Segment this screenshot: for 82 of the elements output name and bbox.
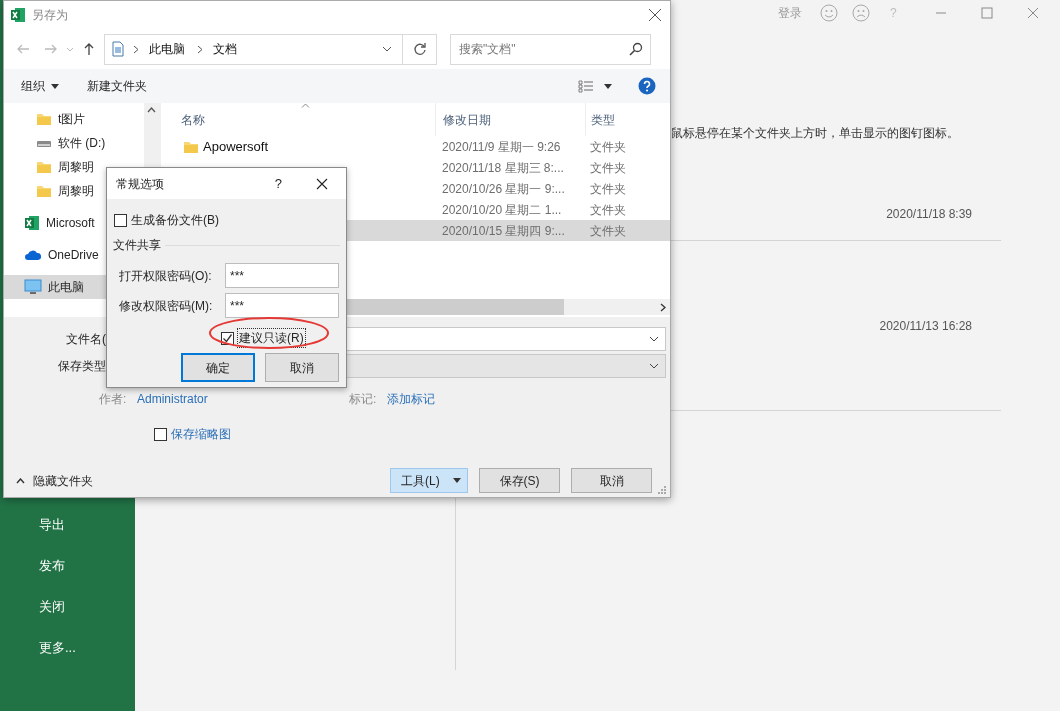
file-row[interactable]: Apowersoft 2020/11/9 星期一 9:26 文件夹 — [161, 136, 670, 157]
dialog-button[interactable]: 确定 — [181, 353, 255, 382]
folder-icon — [36, 184, 52, 198]
chevron-right-icon — [197, 44, 203, 54]
close-icon[interactable] — [648, 8, 662, 22]
field-label: 作者: — [99, 391, 128, 408]
help-icon[interactable] — [638, 77, 656, 95]
password-field[interactable]: *** — [225, 293, 339, 318]
menu-item[interactable]: 关闭 — [39, 599, 65, 615]
address-bar[interactable]: 此电脑 文档 — [104, 33, 437, 65]
author-link[interactable]: Administrator — [137, 390, 349, 408]
checkbox[interactable] — [154, 427, 167, 441]
tools-menu-button[interactable]: 工具(L) — [390, 468, 468, 493]
column-header[interactable]: 修改日期 — [435, 103, 585, 136]
folder-icon — [36, 160, 52, 174]
spreadsheet-icon — [24, 215, 40, 231]
search-icon[interactable] — [629, 41, 643, 56]
menu-item[interactable]: 导出 — [39, 517, 65, 533]
field-label: 修改权限密码(M): — [118, 297, 214, 315]
file-name: Apowersoft — [203, 137, 269, 156]
nav-item[interactable]: t图片 — [4, 107, 144, 131]
chevron-down-icon — [649, 363, 659, 369]
folder-icon — [36, 112, 52, 126]
section-label: 文件共享 — [113, 237, 161, 254]
file-date: 2020/10/20 星期二 1... — [441, 201, 563, 219]
file-type: 文件夹 — [589, 138, 627, 156]
column-header[interactable]: 类型 — [585, 103, 670, 136]
window-title: 另存为 — [32, 7, 68, 24]
view-icon[interactable] — [578, 79, 594, 93]
path-segment[interactable]: 文档 — [213, 40, 237, 58]
file-type: 文件夹 — [589, 222, 627, 240]
add-tag-link[interactable]: 添加标记 — [387, 390, 435, 408]
cloud-icon — [24, 249, 42, 261]
caret-icon — [51, 83, 59, 89]
spreadsheet-icon — [10, 7, 26, 23]
checkbox-label[interactable]: 建议只读(R) — [237, 328, 306, 348]
tip-text: 鼠标悬停在某个文件夹上方时，单击显示的图钉图标。 — [671, 125, 959, 142]
chevron-down-icon — [649, 336, 659, 342]
dialog-button[interactable]: 取消 — [571, 468, 652, 493]
resize-grip-icon[interactable] — [658, 486, 666, 494]
nav-item[interactable]: 软件 (D:) — [4, 131, 144, 155]
computer-icon — [24, 279, 42, 295]
chevron-down-icon[interactable] — [382, 45, 392, 53]
chevron-right-icon[interactable] — [660, 302, 666, 312]
file-type: 文件夹 — [589, 180, 627, 198]
field-label: 标记: — [349, 391, 378, 408]
file-date: 2020/10/26 星期一 9:... — [441, 180, 566, 198]
help-button[interactable]: ? — [274, 173, 282, 194]
sort-caret-icon — [301, 103, 310, 108]
path-segment[interactable]: 此电脑 — [149, 40, 185, 58]
chevron-up-icon — [16, 477, 25, 484]
file-type: 文件夹 — [589, 201, 627, 219]
file-date: 2020/10/15 星期四 9:... — [441, 222, 566, 240]
field-label: 保存类型 — [57, 358, 107, 375]
new-folder-button[interactable]: 新建文件夹 — [87, 77, 147, 95]
caret-icon[interactable] — [604, 83, 612, 89]
organize-menu[interactable]: 组织 — [21, 77, 59, 95]
checkbox[interactable] — [114, 213, 127, 227]
dialog-button[interactable]: 保存(S) — [479, 468, 560, 493]
file-type: 文件夹 — [589, 159, 627, 177]
hide-folders-toggle[interactable]: 隐藏文件夹 — [16, 471, 93, 490]
menu-item[interactable]: 更多... — [39, 640, 76, 656]
caret-icon — [453, 478, 461, 483]
folder-icon — [183, 139, 199, 154]
chevron-up-icon[interactable] — [147, 107, 156, 113]
up-arrow-icon[interactable] — [82, 42, 96, 56]
field-label: 文件名( — [65, 331, 107, 348]
file-date: 2020/11/18 星期三 8:... — [441, 159, 565, 177]
dialog-button[interactable]: 取消 — [265, 353, 339, 382]
date-text: 2020/11/13 16:28 — [879, 318, 972, 335]
checkbox-label[interactable]: 保存缩略图 — [171, 425, 231, 443]
file-date: 2020/11/9 星期一 9:26 — [441, 138, 562, 156]
document-icon — [111, 41, 125, 57]
date-text: 2020/11/18 8:39 — [886, 206, 972, 223]
refresh-icon[interactable] — [412, 42, 427, 56]
search-field[interactable]: 搜索"文档" — [450, 33, 651, 65]
close-icon[interactable] — [316, 177, 328, 190]
dialog-title: 常规选项 — [116, 175, 164, 193]
column-header[interactable]: 名称 — [161, 103, 435, 136]
menu-item[interactable]: 发布 — [39, 558, 65, 574]
chevron-right-icon — [133, 44, 139, 54]
password-field[interactable]: *** — [225, 263, 339, 288]
